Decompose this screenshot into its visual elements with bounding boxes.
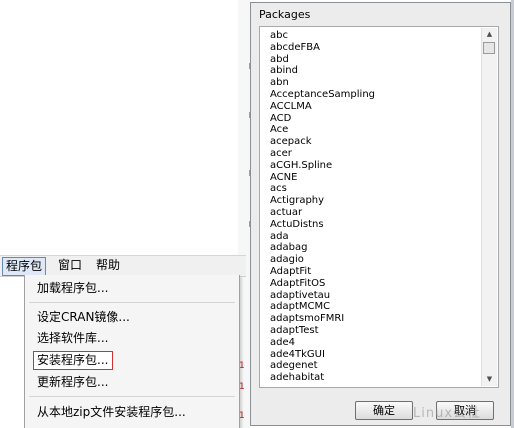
package-list-item[interactable]: Actigraphy <box>270 195 375 207</box>
menu-item-update-packages[interactable]: 更新程序包... <box>37 373 108 391</box>
package-list-item[interactable]: AdaptFit <box>270 266 375 278</box>
menu-bar: 程序包 窗口 帮助 <box>0 255 246 277</box>
scroll-up-icon[interactable]: ▲ <box>482 28 497 41</box>
package-list-item[interactable]: adehabitat <box>270 372 375 384</box>
package-list-item[interactable]: adaptTest <box>270 325 375 337</box>
menu-separator <box>29 302 235 303</box>
package-list-item[interactable]: ACCLMA <box>270 101 375 113</box>
package-list-item[interactable]: adaptMCMC <box>270 301 375 313</box>
menu-packages[interactable]: 程序包 <box>2 257 47 276</box>
package-list-item[interactable]: adabag <box>270 242 375 254</box>
menu-item-load-package[interactable]: 加载程序包... <box>37 279 108 297</box>
package-list-item[interactable]: acs <box>270 183 375 195</box>
menu-item-install-from-zip[interactable]: 从本地zip文件安装程序包... <box>37 403 186 421</box>
package-list-item[interactable]: ada <box>270 231 375 243</box>
package-list-item[interactable]: acepack <box>270 136 375 148</box>
ok-button[interactable]: 确定 <box>355 401 413 420</box>
package-list-item[interactable]: AcceptanceSampling <box>270 89 375 101</box>
package-list: abc abcdeFBA abd abind abn AcceptanceSampling… <box>270 30 375 384</box>
package-list-item[interactable]: Ace <box>270 124 375 136</box>
menu-window[interactable]: 窗口 <box>55 257 85 274</box>
menu-item-install-packages[interactable]: 安装程序包... <box>37 351 108 369</box>
package-list-item[interactable]: abn <box>270 77 375 89</box>
package-list-item[interactable]: adaptsmoFMRI <box>270 313 375 325</box>
package-list-item[interactable]: abc <box>270 30 375 42</box>
menu-item-set-cran-mirror[interactable]: 设定CRAN镜像... <box>37 308 130 326</box>
package-list-item[interactable]: ActuDistns <box>270 219 375 231</box>
package-list-item[interactable]: AdaptFitOS <box>270 278 375 290</box>
package-list-item[interactable]: adagio <box>270 254 375 266</box>
package-list-item[interactable]: abind <box>270 65 375 77</box>
package-list-item[interactable]: abcdeFBA <box>270 42 375 54</box>
dialog-title: Packages <box>259 8 311 21</box>
packages-dropdown-menu: 加载程序包... 设定CRAN镜像... 选择软件库... 安装程序包... 更… <box>24 275 240 428</box>
package-list-item[interactable]: aCGH.Spline <box>270 160 375 172</box>
package-list-item[interactable]: actuar <box>270 207 375 219</box>
package-list-item[interactable]: ACNE <box>270 172 375 184</box>
scroll-down-icon[interactable]: ▼ <box>482 373 497 386</box>
package-list-item[interactable]: adaptivetau <box>270 290 375 302</box>
package-list-item[interactable]: ade4 <box>270 337 375 349</box>
package-listbox[interactable]: abc abcdeFBA abd abind abn AcceptanceSampling… <box>259 26 499 388</box>
package-list-item[interactable]: acer <box>270 148 375 160</box>
package-list-item[interactable]: ade4TkGUI <box>270 349 375 361</box>
package-list-item[interactable]: adegenet <box>270 360 375 372</box>
menu-separator <box>29 396 235 397</box>
menu-item-select-repositories[interactable]: 选择软件库... <box>37 329 108 347</box>
package-list-item[interactable]: abd <box>270 54 375 66</box>
vertical-scrollbar[interactable]: ▲ ▼ <box>481 28 497 386</box>
packages-dialog: Packages abc abcdeFBA abd abind abn Acceptanc… <box>250 2 511 426</box>
scrollbar-thumb[interactable] <box>483 42 495 54</box>
watermark-text: Linux公社 <box>413 406 482 421</box>
menu-help[interactable]: 帮助 <box>93 257 123 274</box>
package-list-item[interactable]: ACD <box>270 113 375 125</box>
